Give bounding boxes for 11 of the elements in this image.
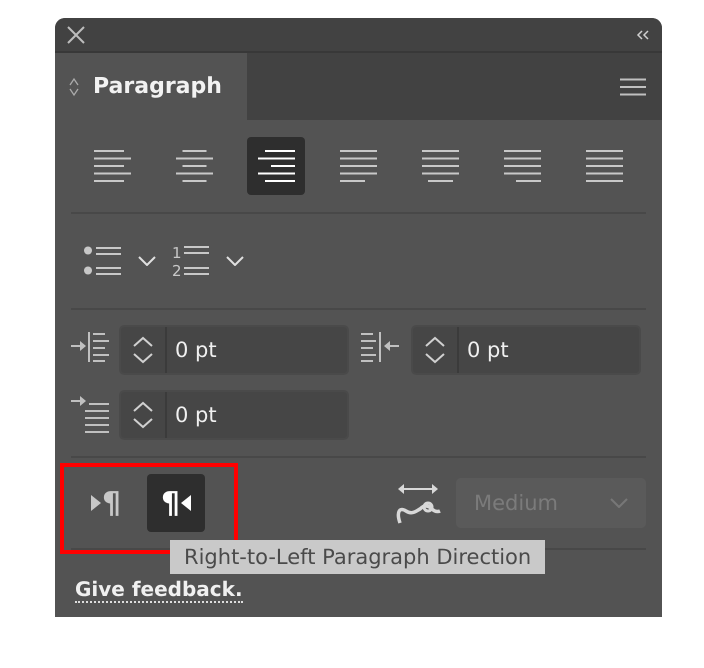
tooltip: Right-to-Left Paragraph Direction — [170, 540, 546, 574]
indent-field[interactable]: 0 pt — [119, 390, 349, 440]
rtl-direction-button[interactable]: ¶ — [147, 474, 205, 532]
indent-field[interactable]: 0 pt — [119, 325, 349, 375]
ltr-direction-button[interactable]: ¶ — [77, 474, 135, 532]
indent-field[interactable]: 0 pt — [411, 325, 641, 375]
value-text: 0 pt — [466, 337, 510, 364]
value-text: 0 pt — [174, 402, 218, 429]
feedback-link[interactable]: Give feedback. — [75, 577, 243, 603]
value-text: 0 pt — [174, 337, 218, 364]
panel-tab[interactable]: Paragraph — [55, 53, 247, 120]
